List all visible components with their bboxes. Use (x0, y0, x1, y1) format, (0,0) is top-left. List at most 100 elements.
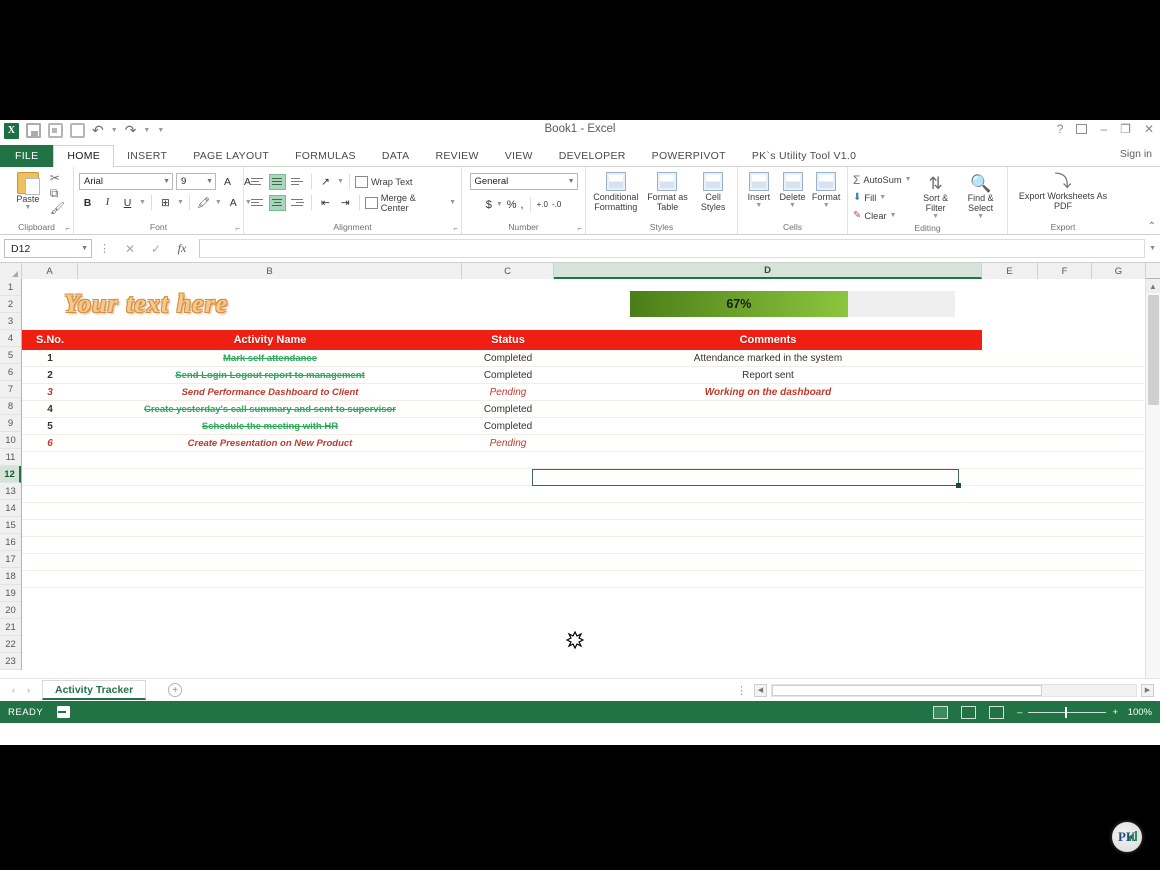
name-box-caret-icon[interactable]: ▼ (81, 245, 88, 252)
cell-sno[interactable]: 1 (22, 350, 78, 367)
format-caret-icon[interactable]: ▼ (823, 202, 830, 209)
enter-formula-icon[interactable]: ✓ (143, 239, 169, 258)
table-row[interactable]: 5 Schedule the meeting with HR Completed (22, 418, 1144, 435)
increase-decimal-button[interactable]: +.0 (537, 200, 548, 209)
percent-format-button[interactable]: % (507, 199, 517, 211)
sheet-nav-arrows[interactable]: ‹ › (0, 685, 42, 695)
tab-file[interactable]: FILE (0, 145, 54, 167)
cell-activity[interactable]: Create Presentation on New Product (78, 435, 462, 452)
formula-expand-icon[interactable]: ▼ (1149, 245, 1156, 252)
row-header-2[interactable]: 2 (0, 296, 21, 313)
font-size-caret-icon[interactable]: ▼ (202, 178, 213, 185)
record-macro-icon[interactable] (57, 706, 71, 718)
sheet-tab-activity-tracker[interactable]: Activity Tracker (42, 680, 147, 700)
row-header-18[interactable]: 18 (0, 568, 21, 585)
zoom-level-label[interactable]: 100% (1124, 707, 1152, 718)
cell-status[interactable]: Completed (462, 401, 554, 418)
alignment-dialog-launcher[interactable]: ⌐ (453, 224, 458, 233)
grow-font-icon[interactable]: A (219, 173, 236, 190)
cell-status[interactable]: Completed (462, 367, 554, 384)
row-header-21[interactable]: 21 (0, 619, 21, 636)
cell-status[interactable]: Completed (462, 350, 554, 367)
tab-pk-utility-tool[interactable]: PK`s Utility Tool V1.0 (739, 146, 869, 167)
next-sheet-icon[interactable]: › (27, 685, 30, 695)
empty-row[interactable] (22, 520, 1144, 537)
insert-function-icon[interactable]: fx (169, 239, 195, 258)
row-header-1[interactable]: 1 (0, 279, 21, 296)
merge-center-caret-icon[interactable]: ▼ (449, 199, 456, 206)
help-icon[interactable]: ? (1057, 122, 1064, 136)
empty-row[interactable] (22, 639, 1144, 656)
empty-row[interactable] (22, 554, 1144, 571)
previous-sheet-icon[interactable]: ‹ (12, 685, 15, 695)
fill-color-icon[interactable]: 🖍 (195, 194, 212, 211)
paste-button[interactable]: Paste ▼ (8, 170, 48, 211)
table-row[interactable]: 3 Send Performance Dashboard to Client P… (22, 384, 1144, 401)
number-format-combo[interactable]: General ▼ (469, 173, 578, 190)
row-header-6[interactable]: 6 (0, 364, 21, 381)
fill-caret-icon[interactable]: ▼ (879, 194, 886, 201)
clear-caret-icon[interactable]: ▼ (890, 212, 897, 219)
fill-button[interactable]: ⬇ Fill ▼ (853, 190, 912, 205)
zoom-slider-thumb[interactable] (1065, 706, 1068, 718)
cell-sno[interactable]: 6 (22, 435, 78, 452)
delete-cells-button[interactable]: Delete ▼ (777, 170, 809, 209)
column-header-f[interactable]: F (1038, 263, 1092, 279)
cell-comment[interactable]: Working on the dashboard (554, 384, 982, 401)
collapse-ribbon-icon[interactable]: ⌃ (1148, 221, 1156, 232)
cell-activity[interactable]: Send Performance Dashboard to Client (78, 384, 462, 401)
empty-row[interactable] (22, 537, 1144, 554)
sheet-cells[interactable]: Your text here 67% S.No. Activity Name S… (22, 279, 1144, 678)
table-row[interactable]: 1 Mark self attendance Completed Attenda… (22, 350, 1144, 367)
tab-page-layout[interactable]: PAGE LAYOUT (180, 146, 282, 167)
row-header-20[interactable]: 20 (0, 602, 21, 619)
scroll-left-icon[interactable]: ◀ (754, 683, 767, 697)
orientation-caret-icon[interactable]: ▼ (337, 178, 344, 185)
cancel-formula-icon[interactable]: ✕ (117, 239, 143, 258)
sort-filter-button[interactable]: ⇅ Sort & Filter ▼ (916, 172, 956, 220)
column-header-a[interactable]: A (22, 263, 78, 279)
font-name-caret-icon[interactable]: ▼ (159, 178, 170, 185)
name-box[interactable]: D12 ▼ (4, 239, 92, 258)
cell-status[interactable]: Pending (462, 435, 554, 452)
column-header-g[interactable]: G (1092, 263, 1146, 279)
tab-insert[interactable]: INSERT (114, 146, 180, 167)
font-color-icon[interactable]: A (225, 194, 242, 211)
find-select-button[interactable]: 🔍 Find & Select ▼ (960, 172, 1002, 220)
underline-button[interactable]: U (119, 194, 136, 211)
ribbon-tabs[interactable]: FILE HOME INSERT PAGE LAYOUT FORMULAS DA… (0, 145, 1160, 168)
align-left-icon[interactable] (249, 195, 266, 211)
delete-caret-icon[interactable]: ▼ (789, 202, 796, 209)
copy-icon[interactable]: ⧉ (50, 187, 65, 199)
column-header-e[interactable]: E (982, 263, 1038, 279)
vertical-scrollbar[interactable]: ▲ (1145, 279, 1160, 678)
cell-activity[interactable]: Create yesterday's call summary and sent… (78, 401, 462, 418)
zoom-control[interactable]: – + 100% (1017, 706, 1152, 718)
add-sheet-icon[interactable]: + (168, 683, 183, 697)
zoom-in-button[interactable]: + (1112, 707, 1118, 718)
ribbon-display-options-icon[interactable] (1076, 124, 1088, 134)
row-header-14[interactable]: 14 (0, 500, 21, 517)
row-header-15[interactable]: 15 (0, 517, 21, 534)
row-header-9[interactable]: 9 (0, 415, 21, 432)
formula-input[interactable] (199, 239, 1146, 258)
window-controls[interactable]: ? – ❐ ✕ (1057, 122, 1154, 136)
row-header-17[interactable]: 17 (0, 551, 21, 568)
empty-row-selected[interactable] (22, 469, 1144, 488)
cell-status[interactable]: Completed (462, 418, 554, 435)
row-header-3[interactable]: 3 (0, 313, 21, 330)
row-header-13[interactable]: 13 (0, 483, 21, 500)
fill-color-caret-icon[interactable]: ▼ (215, 199, 222, 206)
row-header-5[interactable]: 5 (0, 347, 21, 364)
scissors-icon[interactable]: ✂ (50, 172, 65, 184)
wrap-text-button[interactable]: Wrap Text (354, 173, 412, 190)
sign-in-button[interactable]: Sign in (1120, 148, 1152, 160)
row-header-7[interactable]: 7 (0, 381, 21, 398)
decrease-indent-icon[interactable]: ⇤ (317, 194, 334, 211)
align-center-icon[interactable] (268, 194, 286, 211)
number-format-caret-icon[interactable]: ▼ (564, 178, 575, 185)
autosum-button[interactable]: Σ AutoSum ▼ (853, 172, 912, 187)
number-dialog-launcher[interactable]: ⌐ (577, 224, 582, 233)
cell-activity[interactable]: Send Login Logout report to management (78, 367, 462, 384)
cell-styles-button[interactable]: Cell Styles (694, 170, 732, 212)
